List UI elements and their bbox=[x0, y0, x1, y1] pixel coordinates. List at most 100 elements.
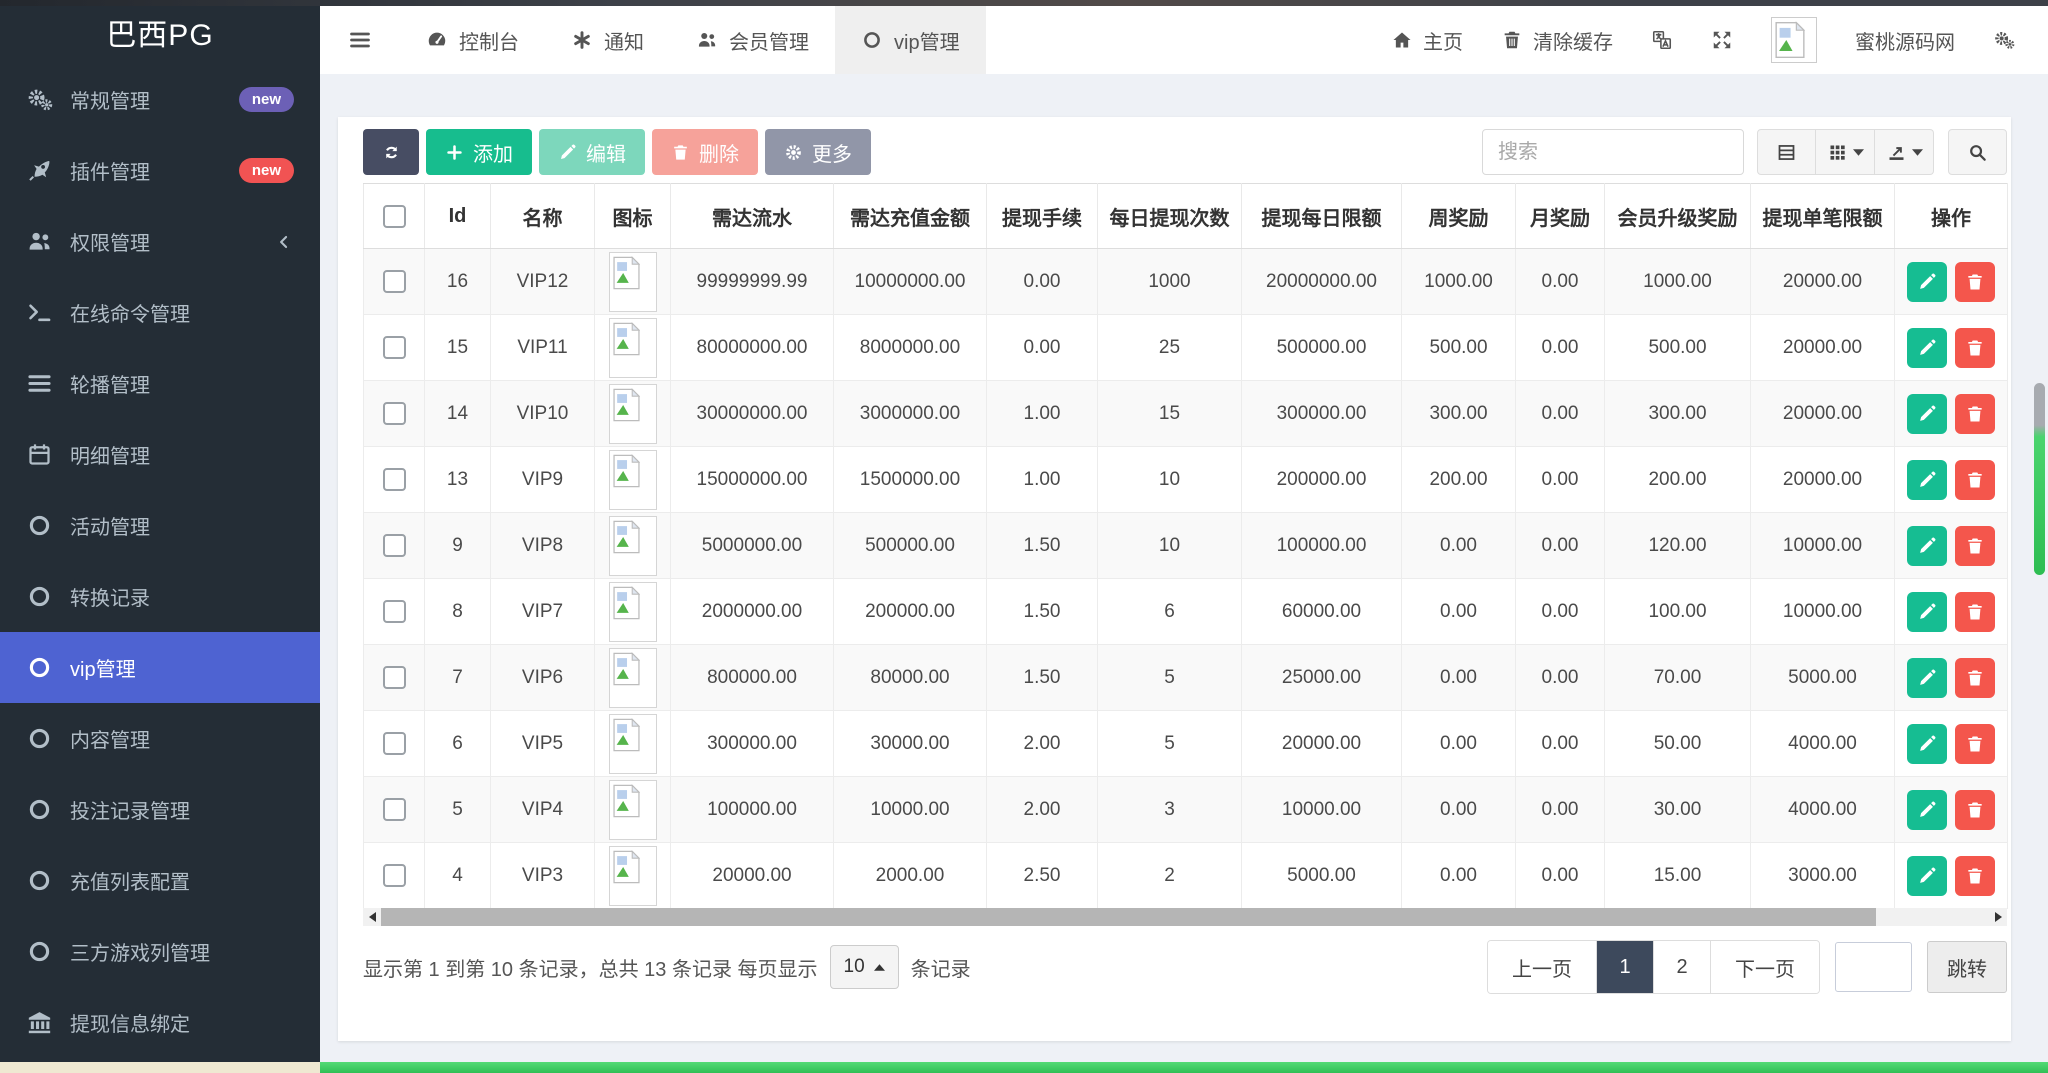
row-value-cell: 20000.00 bbox=[1751, 447, 1895, 513]
sidebar-item-recharge-list[interactable]: 充值列表配置 bbox=[0, 845, 320, 916]
more-button[interactable]: 更多 bbox=[765, 129, 871, 175]
row-id-cell: 9 bbox=[425, 513, 491, 579]
row-delete-button[interactable] bbox=[1955, 262, 1995, 302]
sidebar-item-withdraw-bind[interactable]: 提现信息绑定 bbox=[0, 987, 320, 1058]
row-checkbox[interactable] bbox=[383, 534, 406, 557]
sidebar-item-bet-records[interactable]: 投注记录管理 bbox=[0, 774, 320, 845]
sidebar-item-general[interactable]: 常规管理new bbox=[0, 64, 320, 135]
search-input[interactable] bbox=[1482, 129, 1744, 175]
table-horizontal-scrollbar[interactable] bbox=[363, 908, 2007, 926]
select-all-checkbox[interactable] bbox=[383, 205, 406, 228]
row-value-cell: 300000.00 bbox=[671, 711, 834, 777]
row-value-cell: 200.00 bbox=[1402, 447, 1516, 513]
sidebar-item-label: 常规管理 bbox=[70, 85, 150, 114]
table-row: 13VIP915000000.001500000.001.0010200000.… bbox=[364, 447, 2008, 513]
tab-member[interactable]: 会员管理 bbox=[670, 6, 835, 74]
next-page-button[interactable]: 下一页 bbox=[1710, 941, 1819, 993]
card-view-button[interactable] bbox=[1757, 129, 1816, 175]
nav-tabs: 控制台通知会员管理vip管理 bbox=[400, 6, 986, 74]
gears-icon bbox=[1993, 29, 2015, 51]
row-id-cell: 16 bbox=[425, 249, 491, 315]
row-checkbox[interactable] bbox=[383, 336, 406, 359]
sidebar-item-vip[interactable]: vip管理 bbox=[0, 632, 320, 703]
row-delete-button[interactable] bbox=[1955, 724, 1995, 764]
scrollbar-thumb[interactable] bbox=[381, 908, 1876, 926]
row-checkbox[interactable] bbox=[383, 732, 406, 755]
row-delete-button[interactable] bbox=[1955, 658, 1995, 698]
row-edit-button[interactable] bbox=[1907, 526, 1947, 566]
row-checkbox[interactable] bbox=[383, 600, 406, 623]
prev-page-button[interactable]: 上一页 bbox=[1488, 941, 1596, 993]
row-delete-button[interactable] bbox=[1955, 460, 1995, 500]
refresh-button[interactable] bbox=[363, 129, 419, 175]
page-button-2[interactable]: 2 bbox=[1653, 941, 1710, 993]
nav-site-name[interactable]: 蜜桃源码网 bbox=[1836, 6, 1974, 74]
row-value-cell: 0.00 bbox=[1516, 447, 1605, 513]
sidebar-item-content[interactable]: 内容管理 bbox=[0, 703, 320, 774]
row-edit-button[interactable] bbox=[1907, 328, 1947, 368]
row-checkbox[interactable] bbox=[383, 402, 406, 425]
jump-button[interactable]: 跳转 bbox=[1927, 941, 2007, 993]
row-value-cell: 0.00 bbox=[987, 249, 1098, 315]
sidebar-item-third-games[interactable]: 三方游戏列管理 bbox=[0, 916, 320, 987]
row-edit-button[interactable] bbox=[1907, 592, 1947, 632]
sidebar-item-activity[interactable]: 活动管理 bbox=[0, 490, 320, 561]
users-icon bbox=[696, 29, 718, 51]
row-delete-button[interactable] bbox=[1955, 526, 1995, 566]
row-select-cell bbox=[364, 777, 425, 843]
row-delete-button[interactable] bbox=[1955, 394, 1995, 434]
tab-vip[interactable]: vip管理 bbox=[835, 6, 986, 74]
page-button-1[interactable]: 1 bbox=[1596, 941, 1653, 993]
content-card: 添加 编辑 删除 更多 bbox=[338, 117, 2011, 1041]
row-edit-button[interactable] bbox=[1907, 262, 1947, 302]
row-edit-button[interactable] bbox=[1907, 394, 1947, 434]
row-delete-button[interactable] bbox=[1955, 790, 1995, 830]
nav-clear-cache[interactable]: 清除缓存 bbox=[1482, 6, 1632, 74]
row-edit-button[interactable] bbox=[1907, 460, 1947, 500]
row-edit-button[interactable] bbox=[1907, 724, 1947, 764]
table-row: 16VIP1299999999.9910000000.000.001000200… bbox=[364, 249, 2008, 315]
row-delete-button[interactable] bbox=[1955, 328, 1995, 368]
card-view-icon bbox=[1776, 142, 1797, 163]
tab-console[interactable]: 控制台 bbox=[400, 6, 545, 74]
delete-button[interactable]: 删除 bbox=[652, 129, 758, 175]
nav-fullscreen[interactable] bbox=[1692, 6, 1752, 74]
page-jump-input[interactable] bbox=[1835, 942, 1912, 992]
sidebar-toggle-button[interactable] bbox=[320, 6, 400, 74]
nav-home[interactable]: 主页 bbox=[1372, 6, 1482, 74]
row-delete-button[interactable] bbox=[1955, 856, 1995, 896]
row-checkbox[interactable] bbox=[383, 864, 406, 887]
row-edit-button[interactable] bbox=[1907, 856, 1947, 896]
row-edit-button[interactable] bbox=[1907, 658, 1947, 698]
add-button[interactable]: 添加 bbox=[426, 129, 532, 175]
menu-icon bbox=[348, 28, 372, 52]
horizontal-page-scrollbar-thumb[interactable] bbox=[320, 1062, 2048, 1073]
sidebar-item-detail[interactable]: 明细管理 bbox=[0, 419, 320, 490]
sidebar-item-plugins[interactable]: 插件管理new bbox=[0, 135, 320, 206]
page-size-dropdown[interactable]: 10 bbox=[830, 945, 899, 989]
edit-button[interactable]: 编辑 bbox=[539, 129, 645, 175]
row-value-cell: 1000.00 bbox=[1605, 249, 1751, 315]
export-button[interactable] bbox=[1875, 129, 1934, 175]
table-toolbar: 添加 编辑 删除 更多 bbox=[363, 129, 2007, 175]
nav-translate[interactable] bbox=[1632, 6, 1692, 74]
row-checkbox[interactable] bbox=[383, 666, 406, 689]
row-edit-button[interactable] bbox=[1907, 790, 1947, 830]
row-delete-button[interactable] bbox=[1955, 592, 1995, 632]
row-checkbox[interactable] bbox=[383, 270, 406, 293]
sidebar-item-carousel[interactable]: 轮播管理 bbox=[0, 348, 320, 419]
sidebar-item-online-command[interactable]: 在线命令管理 bbox=[0, 277, 320, 348]
nav-settings[interactable] bbox=[1974, 6, 2034, 74]
row-checkbox[interactable] bbox=[383, 468, 406, 491]
tab-notice[interactable]: 通知 bbox=[545, 6, 670, 74]
search-button[interactable] bbox=[1948, 129, 2007, 175]
columns-button[interactable] bbox=[1816, 129, 1875, 175]
scroll-left-arrow[interactable] bbox=[363, 908, 381, 926]
nav-avatar[interactable] bbox=[1752, 6, 1836, 74]
horizontal-page-scrollbar[interactable] bbox=[0, 1062, 2048, 1073]
row-checkbox[interactable] bbox=[383, 798, 406, 821]
sidebar-item-permissions[interactable]: 权限管理 bbox=[0, 206, 320, 277]
scroll-right-arrow[interactable] bbox=[1989, 908, 2007, 926]
vertical-scrollbar-thumb[interactable] bbox=[2034, 383, 2045, 575]
sidebar-item-convert[interactable]: 转换记录 bbox=[0, 561, 320, 632]
